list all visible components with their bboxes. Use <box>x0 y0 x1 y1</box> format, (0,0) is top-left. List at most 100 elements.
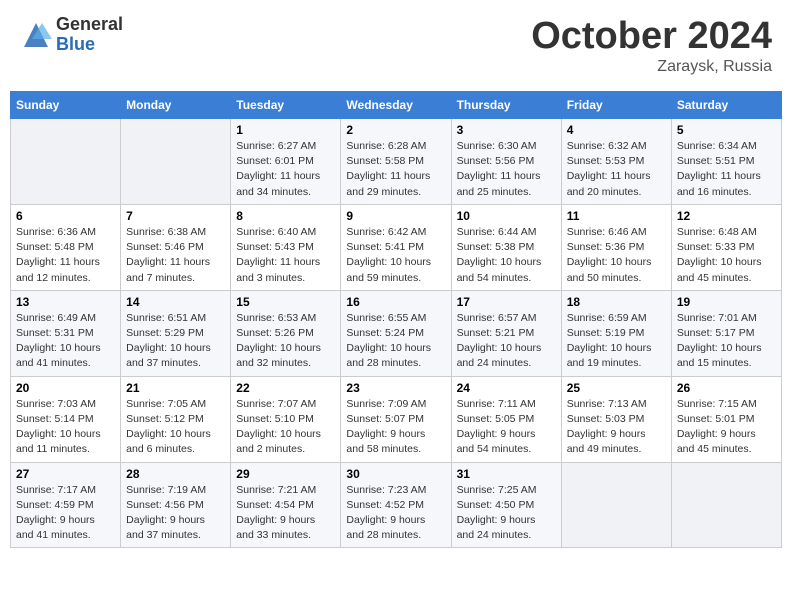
page-header: General Blue October 2024 Zaraysk, Russi… <box>10 10 782 81</box>
day-cell <box>11 119 121 205</box>
day-number: 19 <box>677 295 776 309</box>
column-header-tuesday: Tuesday <box>231 92 341 119</box>
day-info: Sunrise: 6:48 AM Sunset: 5:33 PM Dayligh… <box>677 225 776 286</box>
day-cell: 31Sunrise: 7:25 AM Sunset: 4:50 PM Dayli… <box>451 462 561 548</box>
logo-general-text: General <box>56 15 123 35</box>
day-number: 20 <box>16 381 115 395</box>
day-number: 3 <box>457 123 556 137</box>
day-number: 10 <box>457 209 556 223</box>
day-info: Sunrise: 6:55 AM Sunset: 5:24 PM Dayligh… <box>346 311 445 372</box>
day-number: 26 <box>677 381 776 395</box>
day-number: 14 <box>126 295 225 309</box>
column-header-saturday: Saturday <box>671 92 781 119</box>
day-info: Sunrise: 7:05 AM Sunset: 5:12 PM Dayligh… <box>126 397 225 458</box>
day-number: 8 <box>236 209 335 223</box>
day-number: 13 <box>16 295 115 309</box>
day-cell: 4 Sunrise: 6:32 AM Sunset: 5:53 PM Daylig… <box>561 119 671 205</box>
day-number: 5 <box>677 123 776 137</box>
day-cell: 21Sunrise: 7:05 AM Sunset: 5:12 PM Dayli… <box>121 376 231 462</box>
day-cell: 3 Sunrise: 6:30 AM Sunset: 5:56 PM Daylig… <box>451 119 561 205</box>
day-number: 29 <box>236 467 335 481</box>
day-info: Sunrise: 7:17 AM Sunset: 4:59 PM Dayligh… <box>16 483 115 544</box>
day-number: 18 <box>567 295 666 309</box>
day-cell: 25 Sunrise: 7:13 AM Sunset: 5:03 PM Dayli… <box>561 376 671 462</box>
logo-icon <box>20 19 52 51</box>
day-number: 6 <box>16 209 115 223</box>
day-info: Sunrise: 6:32 AM Sunset: 5:53 PM Dayligh… <box>567 139 666 200</box>
calendar-table: SundayMondayTuesdayWednesdayThursdayFrid… <box>10 91 782 548</box>
day-cell: 27 Sunrise: 7:17 AM Sunset: 4:59 PM Dayli… <box>11 462 121 548</box>
day-info: Sunrise: 6:30 AM Sunset: 5:56 PM Dayligh… <box>457 139 556 200</box>
day-number: 1 <box>236 123 335 137</box>
day-info: Sunrise: 6:34 AM Sunset: 5:51 PM Dayligh… <box>677 139 776 200</box>
day-cell: 15 Sunrise: 6:53 AM Sunset: 5:26 PM Dayli… <box>231 290 341 376</box>
day-info: Sunrise: 7:11 AM Sunset: 5:05 PM Dayligh… <box>457 397 556 458</box>
day-cell: 8 Sunrise: 6:40 AM Sunset: 5:43 PM Daylig… <box>231 204 341 290</box>
day-cell <box>561 462 671 548</box>
column-header-friday: Friday <box>561 92 671 119</box>
day-cell: 16 Sunrise: 6:55 AM Sunset: 5:24 PM Dayli… <box>341 290 451 376</box>
day-cell: 23Sunrise: 7:09 AM Sunset: 5:07 PM Dayli… <box>341 376 451 462</box>
day-number: 25 <box>567 381 666 395</box>
day-cell: 18 Sunrise: 6:59 AM Sunset: 5:19 PM Dayli… <box>561 290 671 376</box>
day-cell: 26 Sunrise: 7:15 AM Sunset: 5:01 PM Dayli… <box>671 376 781 462</box>
day-number: 11 <box>567 209 666 223</box>
logo: General Blue <box>20 15 123 55</box>
day-cell: 17 Sunrise: 6:57 AM Sunset: 5:21 PM Dayli… <box>451 290 561 376</box>
day-cell: 14 Sunrise: 6:51 AM Sunset: 5:29 PM Dayli… <box>121 290 231 376</box>
day-info: Sunrise: 6:49 AM Sunset: 5:31 PM Dayligh… <box>16 311 115 372</box>
day-cell: 6Sunrise: 6:36 AM Sunset: 5:48 PM Daylig… <box>11 204 121 290</box>
day-cell <box>121 119 231 205</box>
day-number: 16 <box>346 295 445 309</box>
day-info: Sunrise: 6:44 AM Sunset: 5:38 PM Dayligh… <box>457 225 556 286</box>
day-cell: 10 Sunrise: 6:44 AM Sunset: 5:38 PM Dayli… <box>451 204 561 290</box>
day-number: 17 <box>457 295 556 309</box>
week-row: 6Sunrise: 6:36 AM Sunset: 5:48 PM Daylig… <box>11 204 782 290</box>
day-cell: 20 Sunrise: 7:03 AM Sunset: 5:14 PM Dayli… <box>11 376 121 462</box>
day-info: Sunrise: 6:51 AM Sunset: 5:29 PM Dayligh… <box>126 311 225 372</box>
day-number: 31 <box>457 467 556 481</box>
logo-blue-text: Blue <box>56 35 123 55</box>
day-number: 15 <box>236 295 335 309</box>
day-info: Sunrise: 7:15 AM Sunset: 5:01 PM Dayligh… <box>677 397 776 458</box>
day-number: 30 <box>346 467 445 481</box>
day-info: Sunrise: 7:23 AM Sunset: 4:52 PM Dayligh… <box>346 483 445 544</box>
day-cell: 13 Sunrise: 6:49 AM Sunset: 5:31 PM Dayli… <box>11 290 121 376</box>
day-info: Sunrise: 7:09 AM Sunset: 5:07 PM Dayligh… <box>346 397 445 458</box>
day-cell: 5 Sunrise: 6:34 AM Sunset: 5:51 PM Daylig… <box>671 119 781 205</box>
day-cell: 1 Sunrise: 6:27 AM Sunset: 6:01 PM Daylig… <box>231 119 341 205</box>
day-info: Sunrise: 6:46 AM Sunset: 5:36 PM Dayligh… <box>567 225 666 286</box>
day-info: Sunrise: 6:38 AM Sunset: 5:46 PM Dayligh… <box>126 225 225 286</box>
month-title: October 2024 <box>531 15 772 58</box>
day-cell: 7 Sunrise: 6:38 AM Sunset: 5:46 PM Daylig… <box>121 204 231 290</box>
day-cell: 2Sunrise: 6:28 AM Sunset: 5:58 PM Daylig… <box>341 119 451 205</box>
day-info: Sunrise: 7:13 AM Sunset: 5:03 PM Dayligh… <box>567 397 666 458</box>
day-number: 4 <box>567 123 666 137</box>
week-row: 27 Sunrise: 7:17 AM Sunset: 4:59 PM Dayli… <box>11 462 782 548</box>
day-cell: 30 Sunrise: 7:23 AM Sunset: 4:52 PM Dayli… <box>341 462 451 548</box>
day-info: Sunrise: 6:59 AM Sunset: 5:19 PM Dayligh… <box>567 311 666 372</box>
day-cell: 29 Sunrise: 7:21 AM Sunset: 4:54 PM Dayli… <box>231 462 341 548</box>
day-number: 22 <box>236 381 335 395</box>
day-number: 28 <box>126 467 225 481</box>
day-number: 27 <box>16 467 115 481</box>
day-number: 2 <box>346 123 445 137</box>
day-info: Sunrise: 6:42 AM Sunset: 5:41 PM Dayligh… <box>346 225 445 286</box>
day-cell: 12Sunrise: 6:48 AM Sunset: 5:33 PM Dayli… <box>671 204 781 290</box>
logo-text: General Blue <box>56 15 123 55</box>
day-cell <box>671 462 781 548</box>
day-info: Sunrise: 6:57 AM Sunset: 5:21 PM Dayligh… <box>457 311 556 372</box>
day-cell: 22Sunrise: 7:07 AM Sunset: 5:10 PM Dayli… <box>231 376 341 462</box>
day-cell: 28 Sunrise: 7:19 AM Sunset: 4:56 PM Dayli… <box>121 462 231 548</box>
day-info: Sunrise: 7:21 AM Sunset: 4:54 PM Dayligh… <box>236 483 335 544</box>
day-cell: 24Sunrise: 7:11 AM Sunset: 5:05 PM Dayli… <box>451 376 561 462</box>
day-info: Sunrise: 7:03 AM Sunset: 5:14 PM Dayligh… <box>16 397 115 458</box>
day-cell: 11 Sunrise: 6:46 AM Sunset: 5:36 PM Dayli… <box>561 204 671 290</box>
day-info: Sunrise: 6:40 AM Sunset: 5:43 PM Dayligh… <box>236 225 335 286</box>
day-info: Sunrise: 6:27 AM Sunset: 6:01 PM Dayligh… <box>236 139 335 200</box>
day-number: 9 <box>346 209 445 223</box>
day-info: Sunrise: 6:53 AM Sunset: 5:26 PM Dayligh… <box>236 311 335 372</box>
day-info: Sunrise: 7:19 AM Sunset: 4:56 PM Dayligh… <box>126 483 225 544</box>
column-header-sunday: Sunday <box>11 92 121 119</box>
day-number: 7 <box>126 209 225 223</box>
